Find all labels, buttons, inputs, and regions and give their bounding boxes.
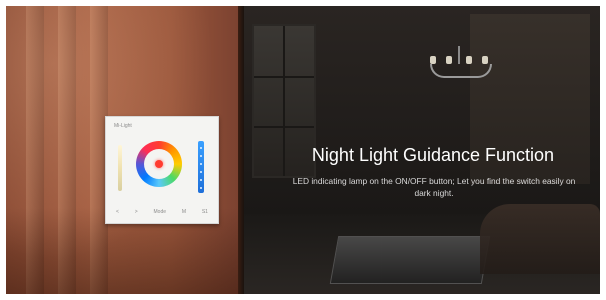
- chandelier-bulb: [466, 56, 472, 64]
- window-divider: [283, 26, 285, 176]
- mode-button[interactable]: Mode: [154, 209, 167, 215]
- feature-description: LED indicating lamp on the ON/OFF button…: [292, 176, 576, 198]
- prev-button[interactable]: <: [116, 209, 119, 215]
- wall-switch-panel: Mi-Light < > Mode M S1: [105, 116, 219, 224]
- zone-marker: [200, 163, 202, 165]
- curtain-drape: [58, 6, 76, 294]
- window-divider: [254, 76, 314, 78]
- color-ring-icon[interactable]: [136, 141, 182, 187]
- zone-marker: [200, 187, 202, 189]
- feature-title: Night Light Guidance Function: [311, 145, 555, 165]
- zone-marker: [200, 155, 202, 157]
- onoff-indicator-led[interactable]: [155, 160, 163, 168]
- zone-marker: [200, 179, 202, 181]
- ring-center: [144, 149, 174, 179]
- m-button[interactable]: M: [182, 209, 186, 215]
- brand-label: Mi-Light: [114, 123, 132, 129]
- chandelier-stem: [458, 46, 460, 64]
- brightness-bar-icon[interactable]: [118, 145, 122, 191]
- coffee-table: [329, 236, 491, 284]
- window-divider: [254, 126, 314, 128]
- zone-slider-icon[interactable]: [198, 141, 204, 193]
- curtain-drape: [26, 6, 44, 294]
- next-button[interactable]: >: [135, 209, 138, 215]
- chandelier-arm: [430, 64, 492, 78]
- chandelier-bulb: [482, 56, 488, 64]
- sofa: [480, 204, 600, 274]
- zone-marker: [200, 171, 202, 173]
- s1-button[interactable]: S1: [202, 209, 208, 215]
- chandelier-bulb: [430, 56, 436, 64]
- chandelier-icon: [424, 46, 494, 86]
- banner: Mi-Light < > Mode M S1 Night Light Guida…: [6, 6, 600, 294]
- panel-buttons: < > Mode M S1: [116, 209, 208, 215]
- chandelier-bulb: [446, 56, 452, 64]
- zone-marker: [200, 147, 202, 149]
